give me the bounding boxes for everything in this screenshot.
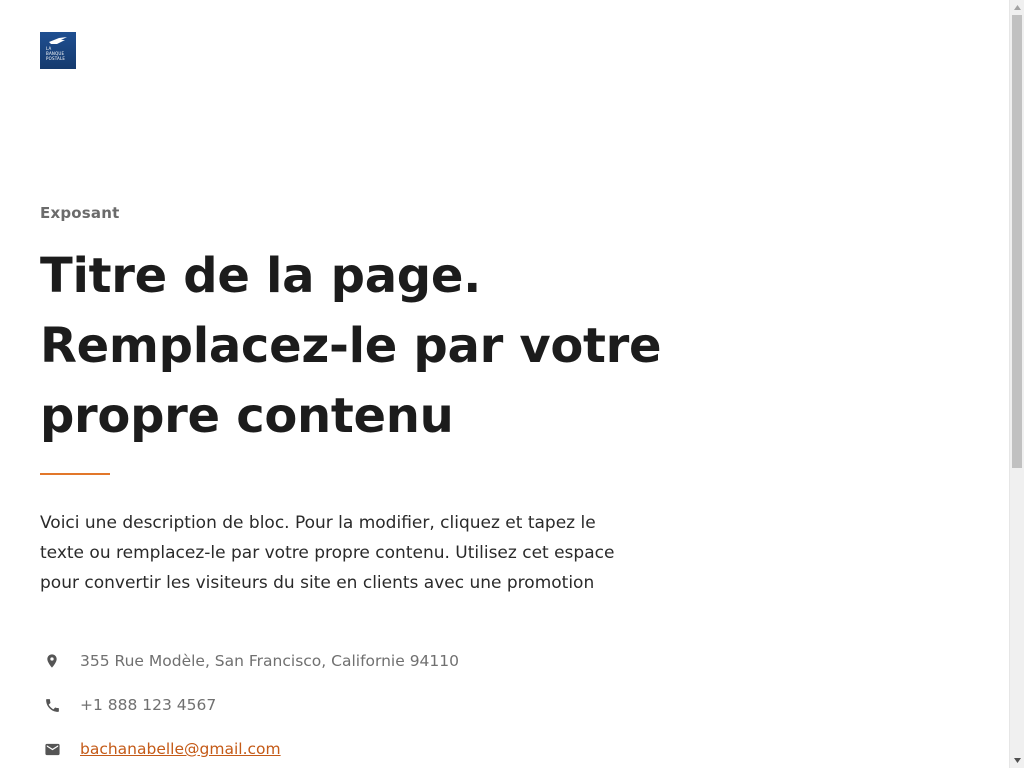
phone-icon	[40, 693, 64, 717]
eyebrow-label: Exposant	[40, 204, 120, 222]
scroll-down-arrow-icon[interactable]	[1010, 753, 1024, 768]
contact-phone: +1 888 123 4567	[40, 693, 216, 717]
bird-logo-icon	[49, 37, 67, 44]
contact-email: bachanabelle@gmail.com	[40, 737, 281, 761]
email-link[interactable]: bachanabelle@gmail.com	[80, 740, 281, 758]
page: LA BANQUE POSTALE Exposant Titre de la p…	[0, 0, 1009, 768]
description-line: texte ou remplacez-le par votre propre c…	[40, 543, 615, 563]
block-description: Voici une description de bloc. Pour la m…	[40, 508, 640, 598]
page-title-line: Titre de la page.	[40, 248, 482, 304]
description-line: Voici une description de bloc. Pour la m…	[40, 513, 596, 533]
scroll-up-arrow-icon[interactable]	[1010, 0, 1024, 15]
page-title-line: propre contenu	[40, 388, 454, 444]
title-accent-divider	[40, 473, 110, 475]
contact-address: 355 Rue Modèle, San Francisco, Californi…	[40, 649, 459, 673]
page-title-line: Remplacez-le par votre	[40, 318, 662, 374]
phone-text: +1 888 123 4567	[80, 696, 217, 714]
description-line: pour convertir les visiteurs du site en …	[40, 573, 595, 593]
logo-wordmark: LA BANQUE POSTALE	[46, 46, 66, 61]
address-text: 355 Rue Modèle, San Francisco, Californi…	[80, 652, 460, 670]
location-pin-icon	[40, 649, 64, 673]
scrollbar-thumb[interactable]	[1012, 15, 1022, 468]
bank-logo[interactable]: LA BANQUE POSTALE	[40, 32, 76, 69]
vertical-scrollbar[interactable]	[1009, 0, 1024, 768]
mail-icon	[40, 737, 64, 761]
page-title: Titre de la page. Remplacez-le par votre…	[40, 241, 662, 451]
